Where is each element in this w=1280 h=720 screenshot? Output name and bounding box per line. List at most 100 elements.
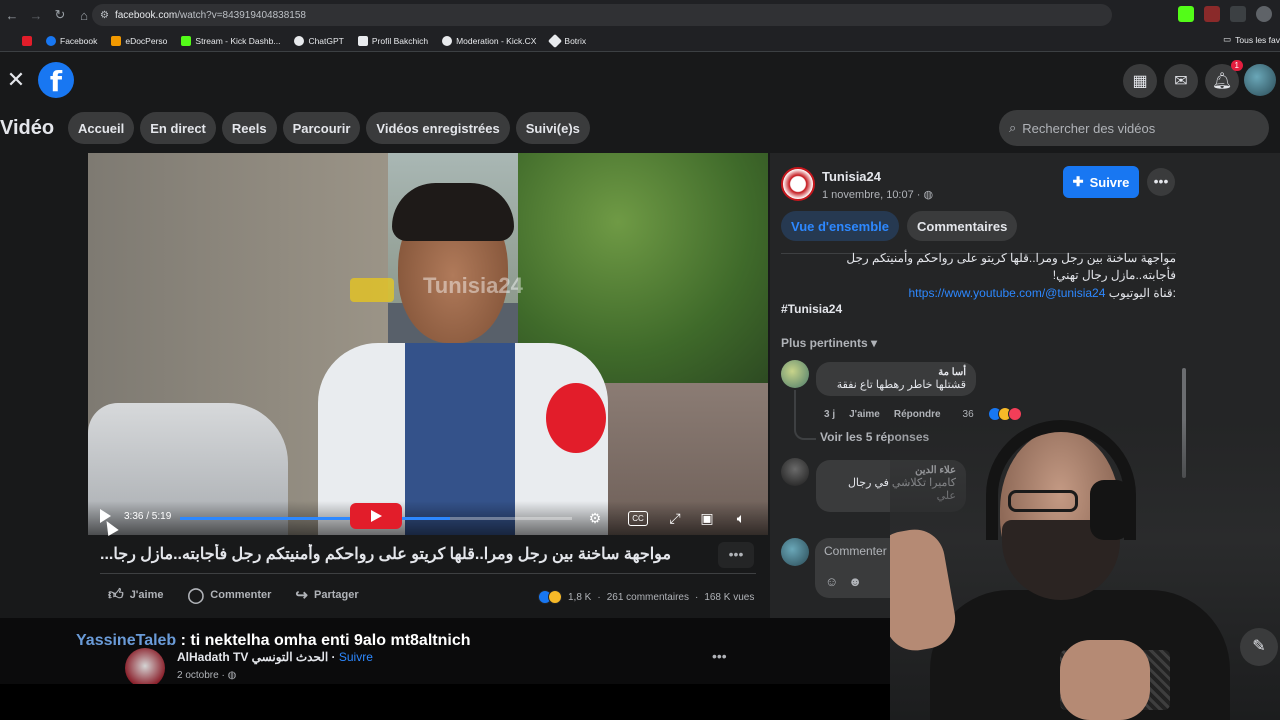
- bookmark-label: Profil Bakchich: [371, 35, 429, 46]
- bookmark-item[interactable]: ChatGPT: [294, 35, 344, 46]
- bookmark-label: Botrix: [564, 35, 587, 46]
- facebook-logo[interactable]: f: [38, 62, 74, 98]
- gear-icon: [442, 35, 453, 46]
- share-icon: ↪: [295, 587, 308, 604]
- comment-reaction-icons[interactable]: [987, 407, 1022, 421]
- like-button[interactable]: 👍︎ J'aime: [108, 586, 164, 604]
- forward-icon[interactable]: →: [24, 3, 48, 27]
- comment-count[interactable]: 261 commentaires: [607, 592, 689, 603]
- close-icon[interactable]: ✕: [4, 68, 28, 92]
- my-avatar: [781, 538, 809, 566]
- bookmark-b-icon: [357, 35, 368, 46]
- new-message-icon[interactable]: ✎: [1240, 628, 1278, 666]
- bookmark-item[interactable]: Stream - Kick Dashb...: [181, 35, 280, 46]
- pip-icon[interactable]: ▣: [698, 509, 716, 527]
- tab-accueil[interactable]: Accueil: [68, 112, 135, 144]
- more-options-icon[interactable]: •••: [718, 542, 754, 568]
- webcam-overlay: [890, 420, 1280, 720]
- reaction-count[interactable]: 1,8 K: [568, 592, 591, 603]
- page-title: Vidéo: [0, 117, 55, 139]
- address-bar[interactable]: ⚙ facebook.com/watch?v=843919404838158: [92, 4, 1112, 26]
- comment-sort-dropdown[interactable]: Plus pertinents ▾: [781, 336, 877, 350]
- next-post-follow-link[interactable]: Suivre: [339, 650, 373, 664]
- site-info-icon[interactable]: ⚙: [100, 10, 109, 21]
- facebook-header: ✕ f ▦ ✉ 🔔︎ 1: [0, 52, 1280, 108]
- reaction-icons[interactable]: [538, 590, 562, 604]
- chat-caption: YassineTaleb : ti nektelha omha enti 9al…: [76, 632, 470, 650]
- page-avatar[interactable]: [781, 167, 815, 201]
- video-stats: 1,8 K · 261 commentaires · 168 K vues: [538, 590, 754, 604]
- comment-button[interactable]: ◯ Commenter: [188, 586, 272, 604]
- comment-text: قشتلها خاطر رهطها تاع نفقة: [836, 379, 966, 391]
- next-post-date: 2 octobre · ◍: [177, 670, 236, 681]
- notifications-icon[interactable]: 🔔︎ 1: [1205, 60, 1243, 98]
- menu-grid-icon[interactable]: ▦: [1123, 64, 1157, 98]
- video-search-input[interactable]: ⌕ Rechercher des vidéos: [999, 110, 1269, 146]
- bookmark-item[interactable]: Botrix: [548, 33, 587, 48]
- folder-icon: ▭: [1223, 34, 1232, 44]
- follow-icon: ✚: [1072, 174, 1084, 189]
- bookmark-youtube[interactable]: [22, 35, 32, 46]
- next-post-page-name[interactable]: AlHadath TV الحدث التونسي: [177, 650, 328, 664]
- hashtag-link[interactable]: #Tunisia24: [781, 302, 842, 316]
- back-icon[interactable]: ←: [0, 3, 24, 27]
- comment-reaction-count[interactable]: 36: [963, 409, 974, 420]
- youtube-link[interactable]: https://www.youtube.com/@tunisia24: [908, 286, 1105, 300]
- video-player[interactable]: Tunisia24 3:36 / 5:19 ⚙ CC ⤢ ▣ 🔈︎: [88, 153, 768, 535]
- fullscreen-icon[interactable]: ⤢: [666, 509, 684, 527]
- url-path: /watch?v=843919404838158: [177, 9, 306, 21]
- share-button[interactable]: ↪ Partager: [295, 586, 358, 604]
- kick-extension-icon[interactable]: [1178, 6, 1194, 22]
- commenter-avatar[interactable]: [781, 458, 809, 486]
- comment-bubble: أسا مة قشتلها خاطر رهطها تاع نفقة: [816, 362, 976, 396]
- tab-videos-enregistrees[interactable]: Vidéos enregistrées: [366, 112, 510, 144]
- comment-like-button[interactable]: J'aime: [849, 409, 880, 420]
- next-post-more-icon[interactable]: •••: [712, 648, 727, 664]
- sort-label: Plus pertinents: [781, 336, 868, 350]
- page-more-icon[interactable]: •••: [1147, 168, 1175, 196]
- commenter-avatar[interactable]: [781, 360, 809, 388]
- tab-comments[interactable]: Commentaires: [906, 211, 1018, 241]
- captions-icon[interactable]: CC: [628, 511, 648, 526]
- puzzle-icon[interactable]: [1230, 6, 1246, 22]
- profile-icon[interactable]: [1256, 6, 1272, 22]
- page-name[interactable]: Tunisia24: [822, 169, 881, 184]
- account-avatar[interactable]: [1244, 64, 1276, 96]
- tab-reels[interactable]: Reels: [221, 112, 277, 144]
- botrix-icon: [548, 33, 563, 48]
- share-label: Partager: [314, 589, 359, 601]
- avatar-sticker-icon[interactable]: ☺: [825, 574, 838, 589]
- view-count: 168 K vues: [704, 591, 755, 603]
- settings-icon[interactable]: ⚙: [586, 509, 604, 527]
- bookmark-item[interactable]: Moderation - Kick.CX: [442, 35, 536, 46]
- tab-overview[interactable]: Vue d'ensemble: [781, 211, 899, 241]
- video-nav: Vidéo Accueil En direct Reels Parcourir …: [0, 108, 1280, 148]
- comment-icon: ◯: [187, 587, 205, 604]
- bookmark-item[interactable]: eDocPerso: [111, 35, 167, 46]
- follow-button[interactable]: ✚ Suivre: [1063, 166, 1139, 198]
- tab-parcourir[interactable]: Parcourir: [282, 112, 361, 144]
- bookmark-item[interactable]: Facebook: [46, 35, 97, 46]
- comment-author[interactable]: أسا مة: [826, 367, 966, 378]
- globe-icon: ◍: [227, 670, 237, 681]
- all-bookmarks[interactable]: ▭ Tous les fav: [1223, 34, 1280, 45]
- thread-line: [794, 390, 816, 440]
- headset-earcup: [1090, 480, 1130, 540]
- next-post-avatar[interactable]: [125, 648, 165, 688]
- post-date-text: 1 novembre, 10:07 ·: [822, 189, 924, 201]
- facebook-icon: [46, 35, 56, 46]
- comment-meta: 3 j J'aime Répondre 36: [824, 407, 1022, 421]
- bookmark-item[interactable]: Profil Bakchich: [357, 35, 429, 46]
- messenger-icon[interactable]: ✉: [1164, 64, 1198, 98]
- volume-icon[interactable]: 🔈︎: [732, 509, 750, 527]
- progress-fill: [180, 517, 451, 520]
- reload-icon[interactable]: ↻: [48, 3, 72, 27]
- time-display: 3:36 / 5:19: [124, 511, 172, 522]
- tab-en-direct[interactable]: En direct: [140, 112, 216, 144]
- follow-label: Suivre: [1089, 174, 1130, 190]
- extension-icon[interactable]: [1204, 6, 1220, 22]
- tab-suivis[interactable]: Suivi(e)s: [515, 112, 590, 144]
- emoji-icon[interactable]: ☻: [848, 574, 862, 589]
- comment-reply-button[interactable]: Répondre: [894, 409, 941, 420]
- thumbs-up-icon: 👍︎: [108, 586, 124, 603]
